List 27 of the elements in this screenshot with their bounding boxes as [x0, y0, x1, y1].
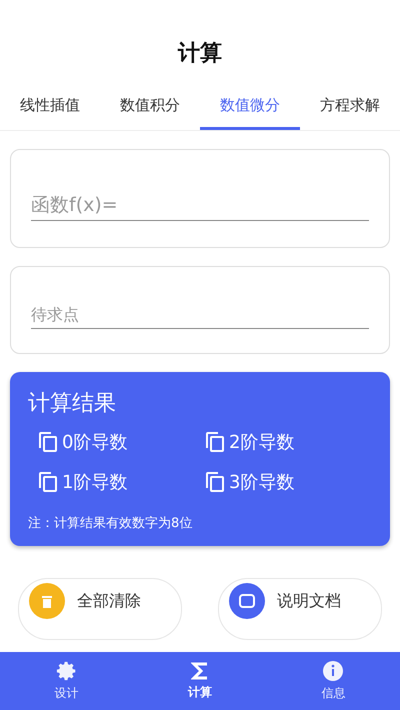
result-title: 计算结果 — [28, 390, 117, 418]
tab[interactable]: 线性插值 — [0, 88, 100, 130]
tab[interactable]: 方程求解 — [300, 88, 400, 130]
result-label: 3阶导数 — [229, 471, 294, 494]
nav-item[interactable]: 信息 — [266, 652, 400, 710]
info-icon — [322, 660, 344, 682]
trash-icon — [39, 593, 55, 609]
result-note: 注：计算结果有效数字为8位 — [28, 515, 194, 532]
input-field[interactable]: 待求点 — [10, 266, 390, 354]
action-button[interactable]: 全部清除 — [18, 578, 182, 640]
tab[interactable]: 数值微分 — [200, 88, 300, 130]
copy-icon[interactable] — [38, 431, 58, 453]
result-label: 2阶导数 — [229, 431, 294, 454]
input-field[interactable]: 函数f(x)= — [10, 149, 390, 248]
result-label: 1阶导数 — [62, 471, 128, 494]
document-icon — [238, 593, 256, 609]
settings-icon — [56, 660, 78, 682]
copy-icon[interactable] — [205, 471, 225, 493]
nav-item[interactable]: 计算 — [133, 652, 267, 710]
action-button[interactable]: 说明文档 — [218, 578, 382, 640]
copy-icon[interactable] — [205, 431, 225, 453]
sigma-icon — [190, 661, 209, 681]
result-label: 0阶导数 — [62, 431, 128, 454]
copy-icon[interactable] — [38, 471, 58, 493]
nav-item[interactable]: 设计 — [0, 652, 134, 710]
tab[interactable]: 数值积分 — [100, 88, 200, 130]
page-title: 计算 — [176, 40, 223, 68]
